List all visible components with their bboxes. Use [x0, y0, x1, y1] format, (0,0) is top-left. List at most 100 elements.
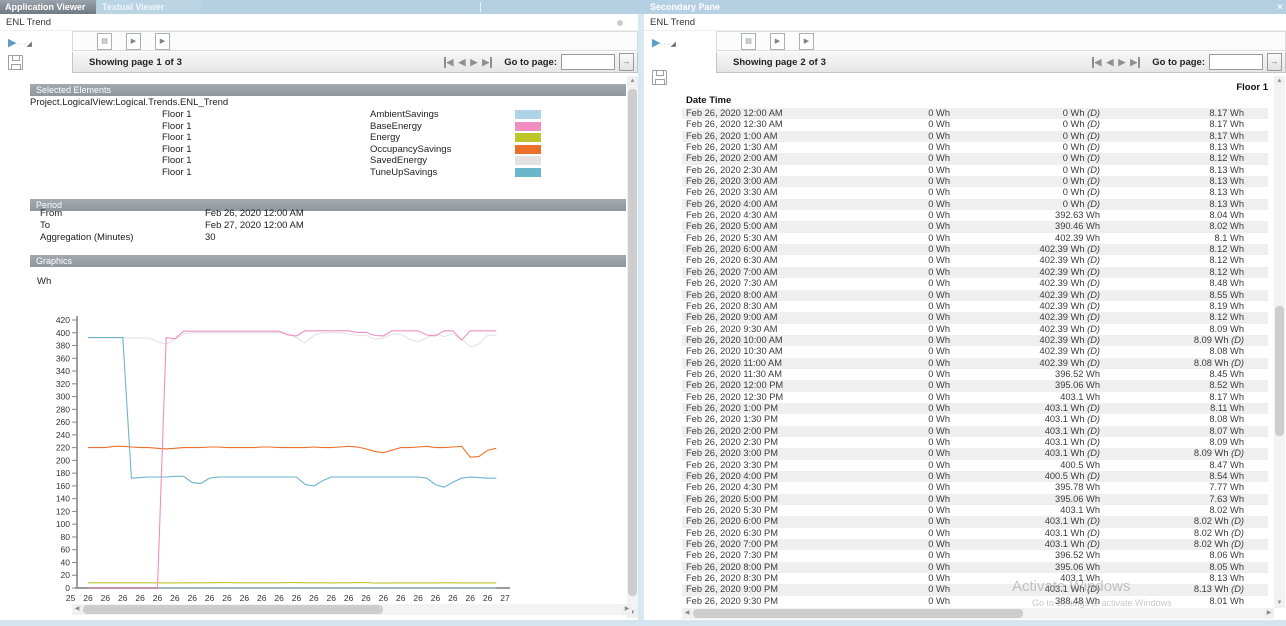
- scroll-right-icon[interactable]: ▶: [1264, 608, 1274, 619]
- table-row[interactable]: Feb 26, 2020 2:00 AM0 Wh0 Wh (D)8.12 Wh: [682, 153, 1268, 164]
- scroll-down-icon[interactable]: ▼: [1274, 598, 1285, 608]
- right-vscroll-thumb[interactable]: [1275, 306, 1284, 436]
- table-row[interactable]: Feb 26, 2020 5:30 AM0 Wh402.39 Wh8.1 Wh: [682, 233, 1268, 244]
- cell-datetime: Feb 26, 2020 1:30 AM: [682, 142, 872, 153]
- scroll-up-icon[interactable]: ▲: [1274, 76, 1285, 86]
- left-hscroll-thumb[interactable]: [83, 605, 383, 614]
- table-row[interactable]: Feb 26, 2020 7:30 PM0 Wh396.52 Wh8.06 Wh: [682, 550, 1268, 561]
- table-row[interactable]: Feb 26, 2020 2:30 AM0 Wh0 Wh (D)8.13 Wh: [682, 165, 1268, 176]
- run-report-button-right[interactable]: ▶···◢: [652, 33, 676, 51]
- scroll-right-icon[interactable]: ▶: [622, 604, 632, 615]
- table-row[interactable]: Feb 26, 2020 9:30 AM0 Wh402.39 Wh (D)8.0…: [682, 324, 1268, 335]
- table-row[interactable]: Feb 26, 2020 3:00 AM0 Wh0 Wh (D)8.13 Wh: [682, 176, 1268, 187]
- prev-page-icon[interactable]: ◀: [458, 57, 465, 68]
- first-page-icon[interactable]: ◀: [1092, 57, 1102, 68]
- save-button[interactable]: [8, 55, 23, 70]
- table-row[interactable]: Feb 26, 2020 9:00 AM0 Wh402.39 Wh (D)8.1…: [682, 312, 1268, 323]
- goto-page-input-right[interactable]: [1209, 54, 1263, 70]
- table-row[interactable]: Feb 26, 2020 1:00 AM0 Wh0 Wh (D)8.17 Wh: [682, 131, 1268, 142]
- table-row[interactable]: Feb 26, 2020 8:00 AM0 Wh402.39 Wh (D)8.5…: [682, 290, 1268, 301]
- right-vertical-scrollbar[interactable]: ▲ ▼: [1274, 76, 1285, 608]
- table-row[interactable]: Feb 26, 2020 6:30 PM0 Wh403.1 Wh (D)8.02…: [682, 528, 1268, 539]
- cell-value: 0 Wh: [872, 244, 950, 255]
- table-row[interactable]: Feb 26, 2020 9:30 PM0 Wh388.48 Wh8.01 Wh: [682, 596, 1268, 607]
- table-row[interactable]: Feb 26, 2020 3:00 PM0 Wh403.1 Wh (D)8.09…: [682, 448, 1268, 459]
- save-button-right[interactable]: [652, 70, 667, 85]
- secondary-pane-header[interactable]: Secondary Pane: [644, 0, 1286, 14]
- last-page-icon[interactable]: ▶: [482, 57, 492, 68]
- export-run-icon[interactable]: ▶: [155, 33, 170, 50]
- table-row[interactable]: Feb 26, 2020 11:30 AM0 Wh396.52 Wh8.45 W…: [682, 369, 1268, 380]
- table-row[interactable]: Feb 26, 2020 1:30 PM0 Wh403.1 Wh (D)8.08…: [682, 414, 1268, 425]
- table-row[interactable]: Feb 26, 2020 8:00 PM0 Wh395.06 Wh8.05 Wh: [682, 562, 1268, 573]
- svg-text:26: 26: [309, 593, 319, 603]
- scroll-left-icon[interactable]: ◀: [682, 608, 692, 619]
- table-row[interactable]: Feb 26, 2020 12:00 PM0 Wh395.06 Wh8.52 W…: [682, 380, 1268, 391]
- right-hscroll-thumb[interactable]: [693, 609, 1023, 618]
- cell-value: 395.06 Wh: [950, 562, 1100, 573]
- cell-value: 0 Wh: [872, 505, 950, 516]
- table-row[interactable]: Feb 26, 2020 6:00 AM0 Wh402.39 Wh (D)8.1…: [682, 244, 1268, 255]
- run-document-icon[interactable]: ▶: [770, 33, 785, 50]
- scroll-left-icon[interactable]: ◀: [72, 604, 82, 615]
- table-row[interactable]: Feb 26, 2020 12:30 PM0 Wh403.1 Wh8.17 Wh: [682, 392, 1268, 403]
- tab-textual-viewer[interactable]: Textual Viewer: [97, 0, 201, 14]
- cell-value: 0 Wh: [872, 267, 950, 278]
- table-row[interactable]: Feb 26, 2020 1:00 PM0 Wh403.1 Wh (D)8.11…: [682, 403, 1268, 414]
- table-row[interactable]: Feb 26, 2020 2:00 PM0 Wh403.1 Wh (D)8.07…: [682, 426, 1268, 437]
- table-row[interactable]: Feb 26, 2020 12:00 AM0 Wh0 Wh (D)8.17 Wh: [682, 108, 1268, 119]
- legend-property: TuneUpSavings: [370, 167, 437, 179]
- goto-page-button[interactable]: →: [619, 53, 634, 71]
- table-row[interactable]: Feb 26, 2020 8:30 PM0 Wh403.1 Wh8.13 Wh: [682, 573, 1268, 584]
- table-row[interactable]: Feb 26, 2020 1:30 AM0 Wh0 Wh (D)8.13 Wh: [682, 142, 1268, 153]
- left-vertical-scrollbar[interactable]: ▲ ▼: [627, 76, 638, 618]
- next-page-icon[interactable]: ▶: [470, 57, 477, 68]
- table-row[interactable]: Feb 26, 2020 5:30 PM0 Wh403.1 Wh8.02 Wh: [682, 505, 1268, 516]
- left-horizontal-scrollbar[interactable]: ◀ ▶: [72, 604, 632, 615]
- table-row[interactable]: Feb 26, 2020 4:30 PM0 Wh395.78 Wh7.77 Wh: [682, 482, 1268, 493]
- table-row[interactable]: Feb 26, 2020 7:30 AM0 Wh402.39 Wh (D)8.4…: [682, 278, 1268, 289]
- pane-divider[interactable]: [638, 14, 644, 626]
- table-row[interactable]: Feb 26, 2020 10:00 AM0 Wh402.39 Wh (D)8.…: [682, 335, 1268, 346]
- scroll-up-icon[interactable]: ▲: [627, 76, 638, 86]
- tab-application-viewer[interactable]: Application Viewer: [0, 0, 96, 14]
- table-row[interactable]: Feb 26, 2020 11:00 AM0 Wh402.39 Wh (D)8.…: [682, 358, 1268, 369]
- export-document-icon[interactable]: ▤: [741, 33, 756, 50]
- goto-page-button-right[interactable]: →: [1267, 53, 1282, 71]
- cell-value: 8.19 Wh: [1100, 301, 1244, 312]
- goto-page-input[interactable]: [561, 54, 615, 70]
- legend-property: Energy: [370, 132, 400, 144]
- table-row[interactable]: Feb 26, 2020 5:00 PM0 Wh395.06 Wh7.63 Wh: [682, 494, 1268, 505]
- table-row[interactable]: Feb 26, 2020 2:30 PM0 Wh403.1 Wh (D)8.09…: [682, 437, 1268, 448]
- right-toolbar: ▤ ▶ ▶: [716, 31, 1286, 51]
- table-row[interactable]: Feb 26, 2020 12:30 AM0 Wh0 Wh (D)8.17 Wh: [682, 119, 1268, 130]
- table-row[interactable]: Feb 26, 2020 5:00 AM0 Wh390.46 Wh8.02 Wh: [682, 221, 1268, 232]
- close-icon[interactable]: ✕: [1274, 1, 1286, 13]
- table-row[interactable]: Feb 26, 2020 4:30 AM0 Wh392.63 Wh8.04 Wh: [682, 210, 1268, 221]
- table-row[interactable]: Feb 26, 2020 3:30 AM0 Wh0 Wh (D)8.13 Wh: [682, 187, 1268, 198]
- run-report-button[interactable]: ▶···◢: [8, 33, 32, 51]
- next-page-icon[interactable]: ▶: [1118, 57, 1125, 68]
- last-page-icon[interactable]: ▶: [1130, 57, 1140, 68]
- table-row[interactable]: Feb 26, 2020 7:00 AM0 Wh402.39 Wh (D)8.1…: [682, 267, 1268, 278]
- table-row[interactable]: Feb 26, 2020 3:30 PM0 Wh400.5 Wh8.47 Wh: [682, 460, 1268, 471]
- legend-row: Floor 1AmbientSavings: [30, 109, 626, 121]
- cell-value: 8.17 Wh: [1100, 108, 1244, 119]
- export-document-icon[interactable]: ▤: [97, 33, 112, 50]
- run-document-icon[interactable]: ▶: [126, 33, 141, 50]
- cell-value: 0 Wh (D): [950, 108, 1100, 119]
- table-row[interactable]: Feb 26, 2020 7:00 PM0 Wh403.1 Wh (D)8.02…: [682, 539, 1268, 550]
- right-horizontal-scrollbar[interactable]: ◀ ▶: [682, 608, 1274, 619]
- svg-text:420: 420: [56, 315, 70, 325]
- table-row[interactable]: Feb 26, 2020 8:30 AM0 Wh402.39 Wh (D)8.1…: [682, 301, 1268, 312]
- prev-page-icon[interactable]: ◀: [1106, 57, 1113, 68]
- table-row[interactable]: Feb 26, 2020 6:30 AM0 Wh402.39 Wh (D)8.1…: [682, 255, 1268, 266]
- table-row[interactable]: Feb 26, 2020 9:00 PM0 Wh403.1 Wh (D)8.13…: [682, 584, 1268, 595]
- export-run-icon[interactable]: ▶: [799, 33, 814, 50]
- table-row[interactable]: Feb 26, 2020 4:00 PM0 Wh400.5 Wh (D)8.54…: [682, 471, 1268, 482]
- table-row[interactable]: Feb 26, 2020 6:00 PM0 Wh403.1 Wh (D)8.02…: [682, 516, 1268, 527]
- first-page-icon[interactable]: ◀: [444, 57, 454, 68]
- table-row[interactable]: Feb 26, 2020 10:30 AM0 Wh402.39 Wh (D)8.…: [682, 346, 1268, 357]
- table-row[interactable]: Feb 26, 2020 4:00 AM0 Wh0 Wh (D)8.13 Wh: [682, 199, 1268, 210]
- left-vscroll-thumb[interactable]: [628, 89, 637, 596]
